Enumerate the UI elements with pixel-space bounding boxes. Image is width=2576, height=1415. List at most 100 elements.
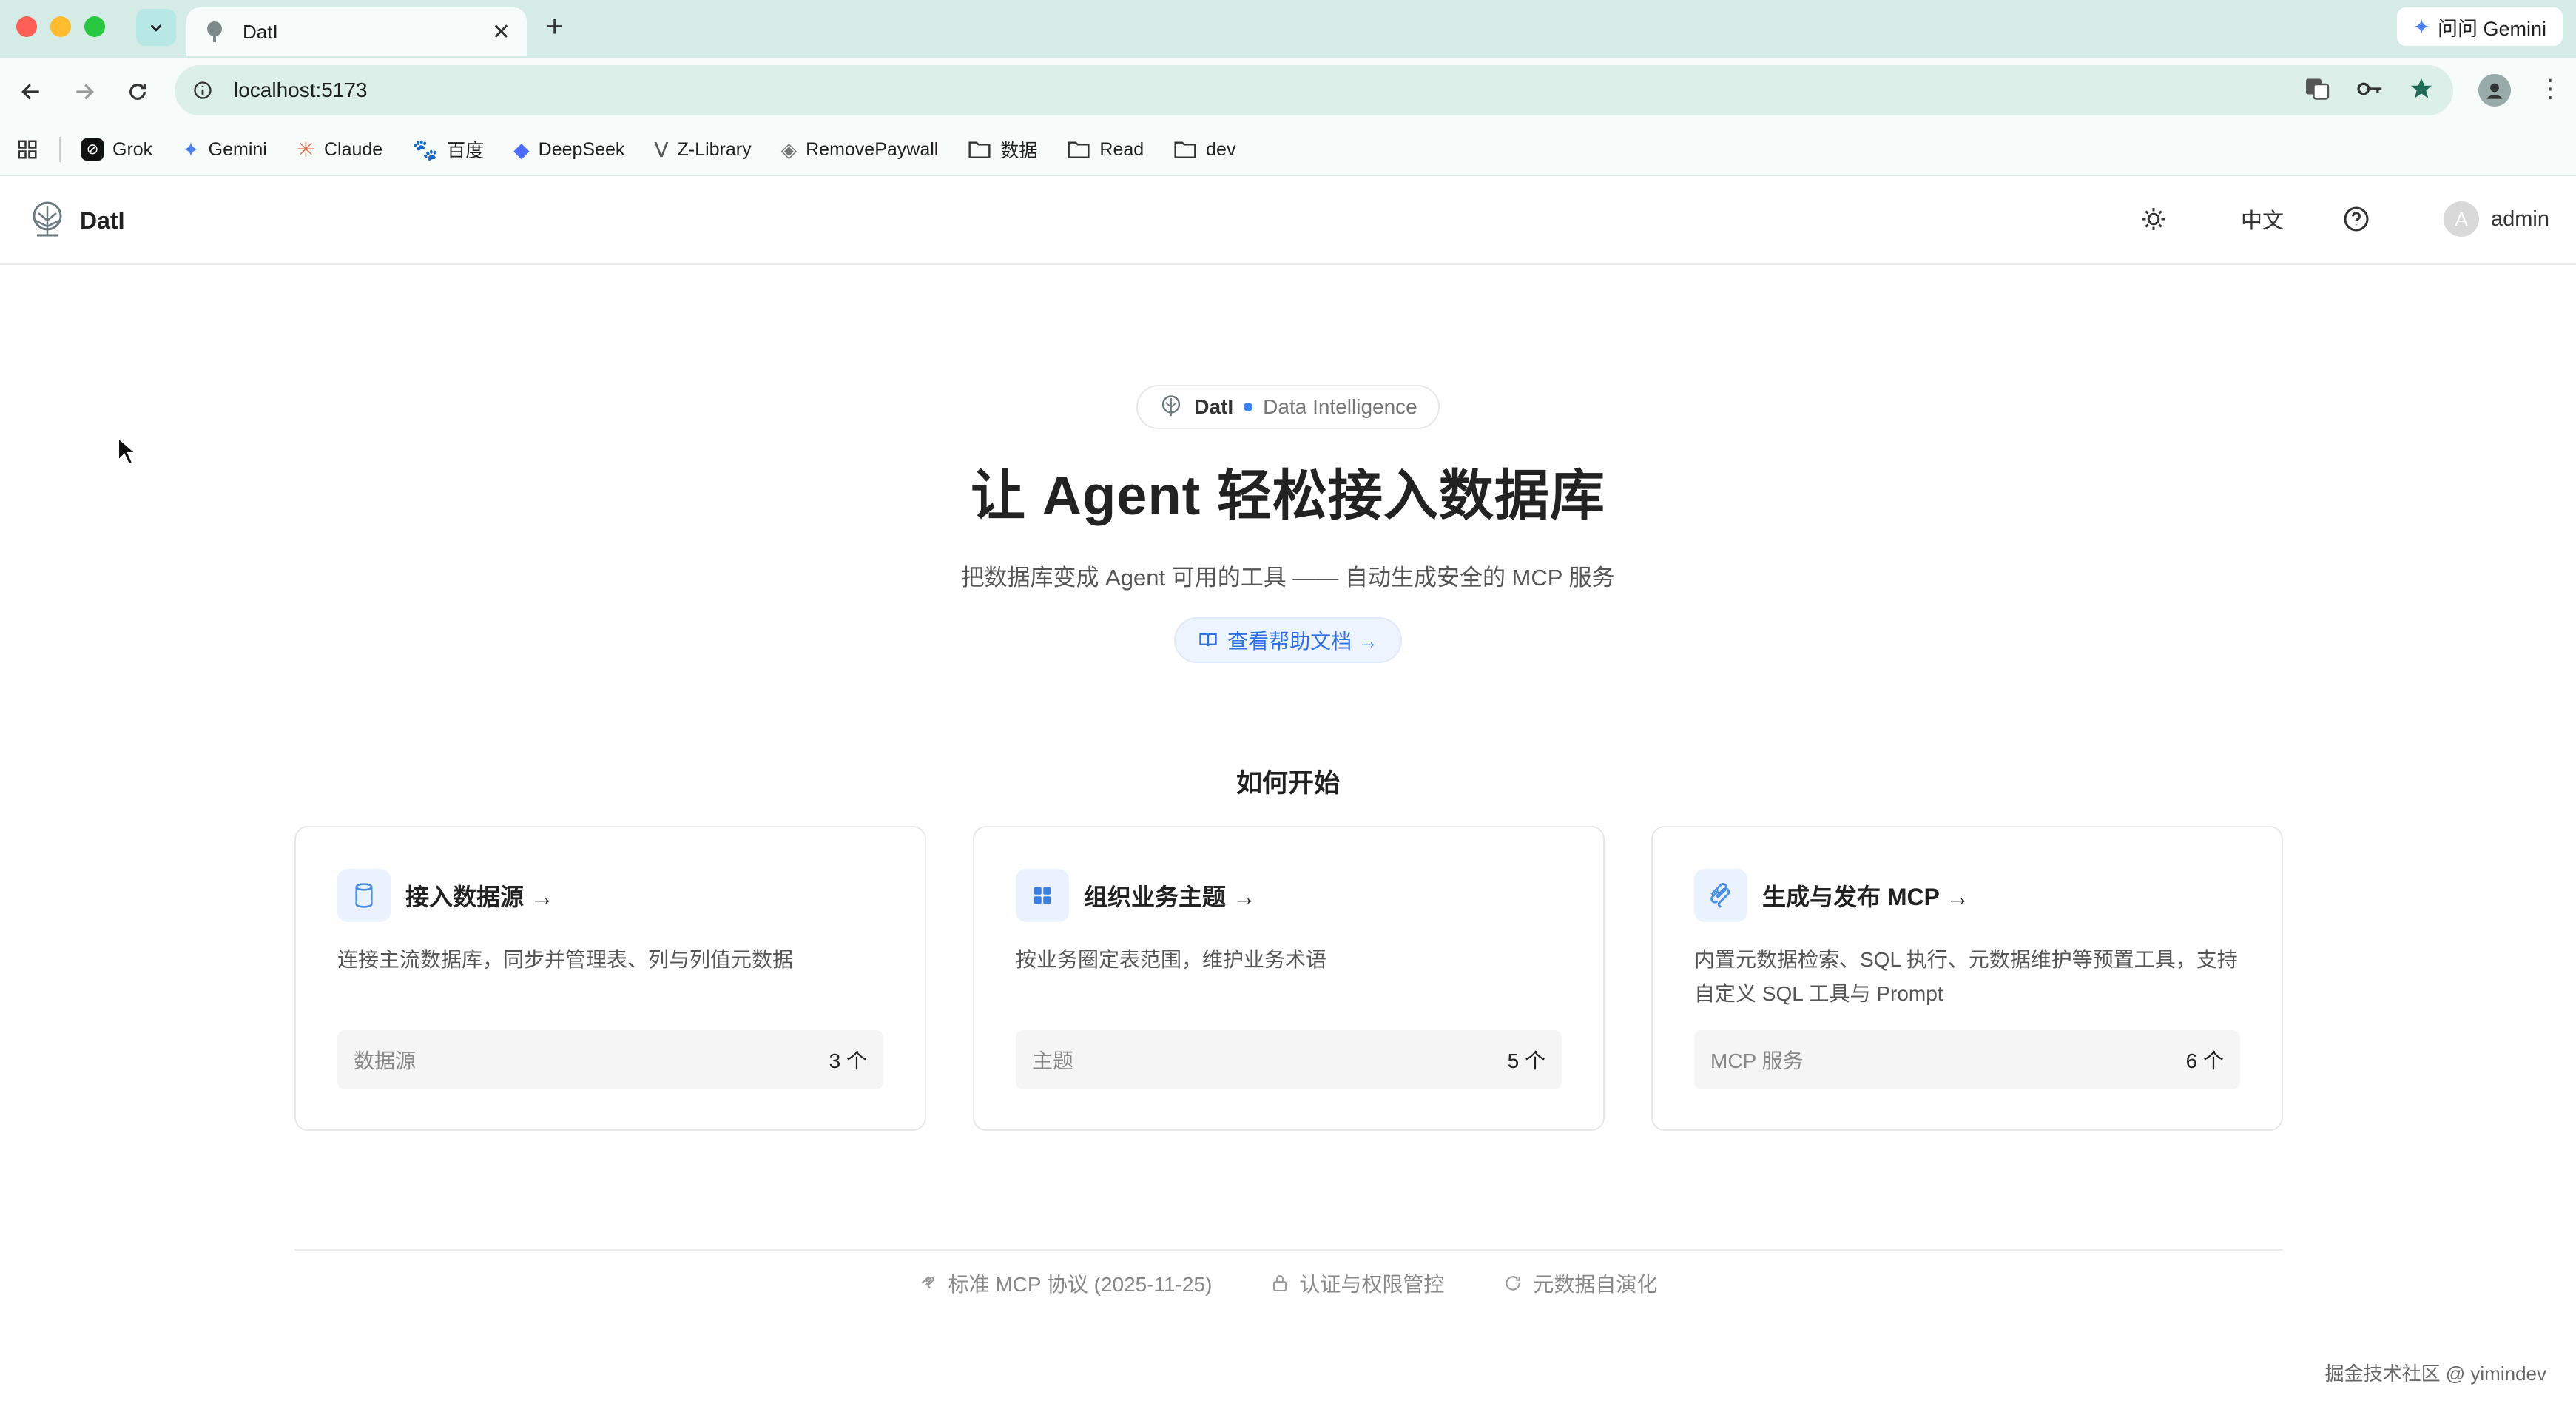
browser-menu-icon[interactable]: ⋮ [2538, 74, 2563, 104]
card-title[interactable]: 接入数据源 → [405, 878, 554, 912]
apps-button[interactable] [16, 138, 38, 161]
deepseek-icon: ◆ [513, 138, 530, 161]
translate-icon[interactable] [2304, 75, 2330, 102]
brand-logo-link[interactable]: DatI [27, 200, 124, 241]
bookmarks-bar: ⊘ Grok ✦ Gemini ✳ Claude 🐾 百度 ◆ DeepSeek… [0, 124, 2576, 176]
card-header: 接入数据源 → [337, 869, 883, 922]
avatar: A [2444, 201, 2479, 237]
pill-brand-name: DatI [1194, 395, 1234, 418]
card-header: 组织业务主题 → [1016, 869, 1562, 922]
close-window-button[interactable] [16, 16, 37, 37]
card-icon-box [337, 869, 391, 922]
feature-label: 认证与权限管控 [1299, 1273, 1445, 1296]
card-title[interactable]: 组织业务主题 → [1084, 878, 1256, 912]
site-info-icon [194, 81, 212, 99]
forward-button[interactable] [70, 77, 99, 107]
gemini-icon: ✦ [2413, 15, 2430, 38]
zlibrary-icon: Ⅴ [654, 138, 669, 161]
bookmark-zlibrary[interactable]: Ⅴ Z-Library [654, 138, 751, 162]
reload-button[interactable] [123, 77, 152, 107]
watermark: 掘金技术社区 @ yimindev [2324, 1362, 2546, 1385]
card-title[interactable]: 生成与发布 MCP → [1762, 878, 1969, 912]
tab-close-icon[interactable]: ✕ [492, 19, 510, 45]
card-icon-box [1016, 869, 1069, 922]
hero-section: DatI Data Intelligence 让 Agent 轻松接入数据库 把… [0, 385, 2576, 663]
book-open-icon [1199, 633, 1217, 647]
card-topics[interactable]: 组织业务主题 → 按业务圈定表范围，维护业务术语 主题 5 个 [973, 826, 1605, 1131]
profile-avatar[interactable] [2478, 74, 2511, 107]
reload-icon [129, 84, 146, 100]
star-bookmark-icon[interactable] [2409, 76, 2434, 101]
help-docs-label: 查看帮助文档 → [1227, 630, 1378, 653]
bookmark-removepaywall[interactable]: ◈ RemovePaywall [781, 138, 939, 162]
url-text: localhost:5173 [234, 78, 368, 101]
bookmark-folder-read[interactable]: Read [1067, 139, 1144, 161]
stat-label: MCP 服务 [1710, 1049, 1804, 1072]
bookmark-label: 数据 [1000, 141, 1038, 161]
folder-icon [968, 141, 991, 158]
gemini-icon: ✦ [182, 138, 200, 161]
feature-protocol: 标准 MCP 协议 (2025-11-25) [919, 1268, 1213, 1298]
grok-icon: ⊘ [81, 138, 104, 161]
page-title: 让 Agent 轻松接入数据库 [971, 465, 1605, 526]
folder-icon [1068, 141, 1090, 158]
browser-chrome: DatI ✕ + ✦ 问问 Gemini localhost:5173 ⋮ ⊘ … [0, 0, 2576, 176]
chevron-down-icon [150, 24, 162, 32]
password-key-icon[interactable] [2356, 75, 2384, 102]
help-docs-button[interactable]: 查看帮助文档 → [1174, 617, 1402, 663]
back-button[interactable] [16, 77, 46, 107]
bookmark-grok[interactable]: ⊘ Grok [81, 138, 152, 161]
browser-toolbar: localhost:5173 ⋮ [0, 58, 2576, 124]
help-circle-icon [2344, 206, 2369, 232]
tab-strip: DatI ✕ + ✦ 问问 Gemini [0, 0, 2576, 56]
stat-value: 6 个 [2185, 1049, 2224, 1072]
refresh-icon [1506, 1276, 1521, 1291]
feature-auth: 认证与权限管控 [1271, 1268, 1444, 1298]
tab-title: DatI [243, 20, 278, 43]
theme-toggle-button[interactable] [2140, 206, 2167, 232]
profile-icon [2486, 83, 2503, 99]
card-description: 连接主流数据库，同步并管理表、列与列值元数据 [337, 948, 794, 971]
bookmark-gemini[interactable]: ✦ Gemini [182, 138, 267, 162]
ask-gemini-button[interactable]: ✦ 问问 Gemini [2396, 7, 2563, 46]
card-mcp[interactable]: 生成与发布 MCP → 内置元数据检索、SQL 执行、元数据维护等预置工具，支持… [1651, 826, 2283, 1131]
pill-subtitle: Data Intelligence [1263, 395, 1417, 418]
new-tab-button[interactable]: + [546, 10, 563, 43]
header-actions: 中文 A admin [2140, 201, 2549, 237]
card-stat: 主题 5 个 [1016, 1030, 1562, 1089]
mouse-cursor-icon [118, 437, 136, 465]
maximize-window-button[interactable] [84, 16, 105, 37]
footer-divider [294, 1249, 2283, 1251]
page-subtitle: 把数据库变成 Agent 可用的工具 —— 自动生成安全的 MCP 服务 [961, 565, 1615, 591]
minimize-window-button[interactable] [50, 16, 71, 37]
removepaywall-icon: ◈ [780, 138, 798, 161]
stat-label: 主题 [1032, 1049, 1074, 1072]
bookmark-label: Read [1099, 138, 1144, 160]
feature-label: 标准 MCP 协议 (2025-11-25) [948, 1273, 1213, 1296]
ask-gemini-label: 问问 Gemini [2437, 17, 2546, 40]
arrow-right-icon [76, 84, 94, 100]
stat-value: 5 个 [1507, 1049, 1545, 1072]
language-switch-button[interactable]: 中文 [2241, 204, 2284, 235]
card-datasource[interactable]: 接入数据源 → 连接主流数据库，同步并管理表、列与列值元数据 数据源 3 个 [294, 826, 926, 1131]
bookmark-claude[interactable]: ✳ Claude [297, 137, 382, 163]
bookmark-label: Grok [112, 138, 153, 160]
card-icon-box [1694, 869, 1747, 922]
tab-search-button[interactable] [136, 9, 176, 46]
bookmark-folder-dev[interactable]: dev [1173, 139, 1235, 161]
bookmark-deepseek[interactable]: ◆ DeepSeek [513, 138, 624, 162]
protocol-icon [921, 1276, 934, 1289]
address-bar[interactable]: localhost:5173 [175, 65, 2453, 115]
grid-icon [1034, 887, 1051, 904]
omnibox-actions [2304, 75, 2434, 102]
bookmark-folder-data[interactable]: 数据 [968, 136, 1037, 163]
bookmark-baidu[interactable]: 🐾 百度 [412, 136, 484, 163]
stat-value: 3 个 [829, 1049, 867, 1072]
tab-dati[interactable]: DatI ✕ [186, 7, 527, 56]
username: admin [2491, 206, 2549, 231]
help-button[interactable] [2343, 206, 2370, 232]
user-menu[interactable]: A admin [2444, 201, 2549, 237]
bookmark-label: Gemini [208, 138, 267, 160]
brand-name: DatI [80, 206, 125, 234]
app-header: DatI 中文 A admin [0, 176, 2576, 265]
